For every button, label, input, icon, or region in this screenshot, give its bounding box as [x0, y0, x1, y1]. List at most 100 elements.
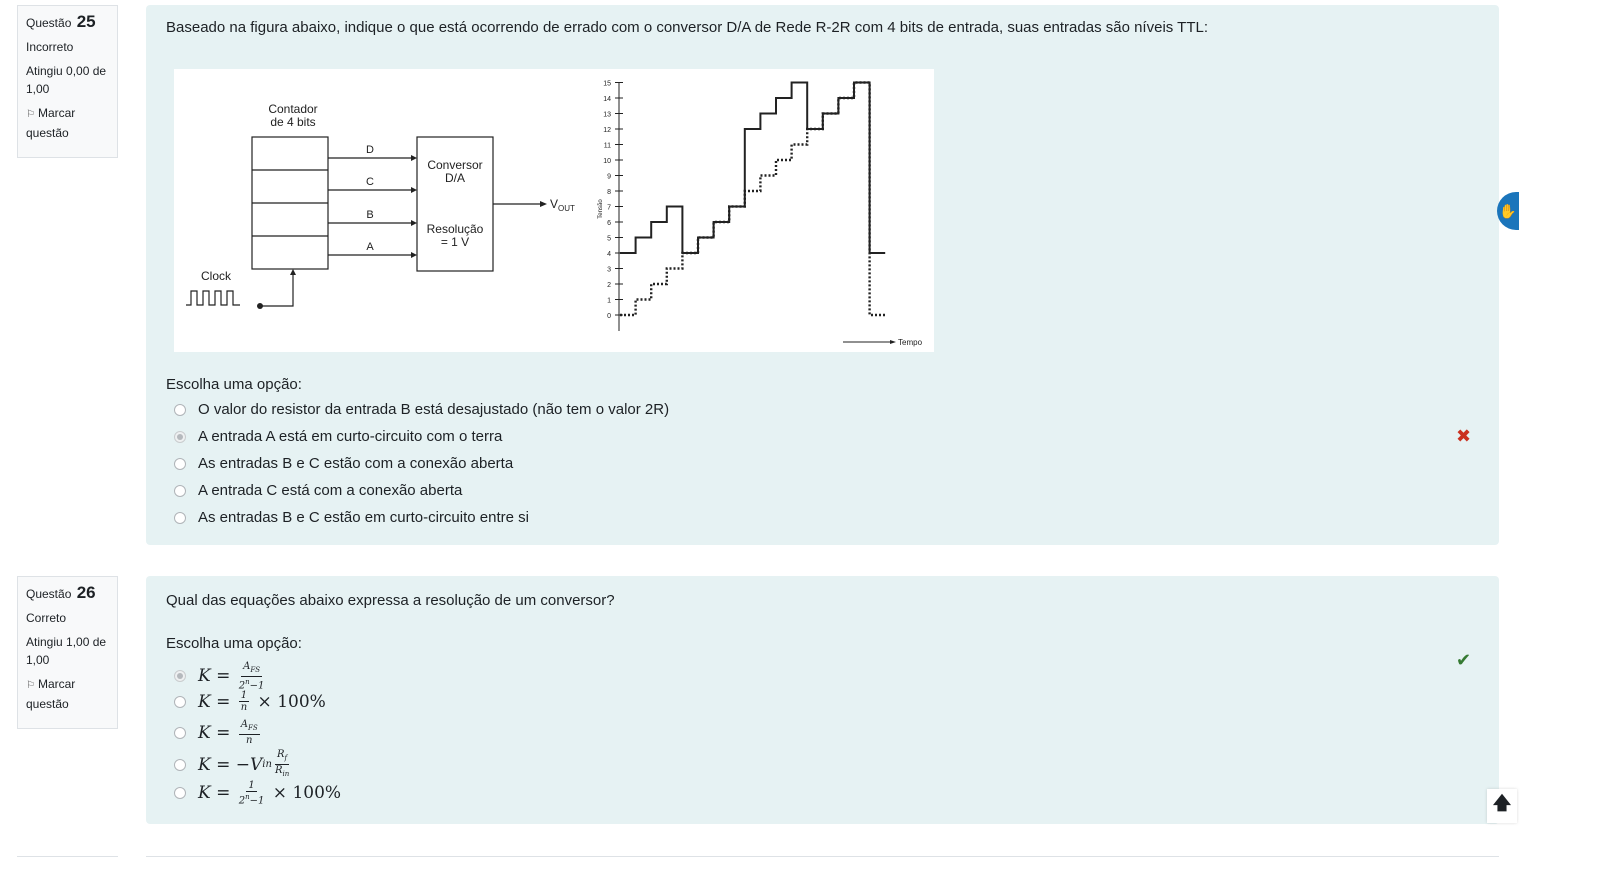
equation-option: K = AFS 2n−1 [198, 661, 265, 692]
radio-button-selected[interactable] [174, 670, 186, 683]
radio-button[interactable] [174, 403, 186, 416]
question-number-label: Questão [26, 587, 72, 601]
x-axis-label: Tempo [898, 338, 923, 347]
question-grade: Atingiu 1,00 de 1,00 [26, 635, 107, 667]
back-to-top-button[interactable]: 🡅 [1487, 789, 1517, 823]
radio-button[interactable] [174, 758, 186, 771]
y-tick-label: 9 [607, 174, 611, 181]
option-q25-0[interactable]: O valor do resistor da entrada B está de… [174, 401, 669, 418]
radio-button[interactable] [174, 457, 186, 470]
y-tick-label: 13 [603, 112, 611, 119]
y-tick-label: 6 [607, 220, 611, 227]
observed-waveform [620, 81, 886, 254]
y-axis-label: Tensão [598, 199, 604, 219]
equation-option: K = 1n × 100% [198, 690, 326, 713]
question-number-value: 26 [76, 583, 96, 602]
y-tick-label: 3 [607, 267, 611, 274]
question-figure: Contador de 4 bits D C B A Conversor D/A [174, 69, 934, 352]
y-tick-label: 8 [607, 189, 611, 196]
resolution-label-1: Resolução [427, 222, 484, 236]
question-state: Correto [26, 611, 67, 625]
option-label: As entradas B e C estão em curto-circuit… [198, 509, 529, 526]
input-label-b: B [366, 209, 373, 221]
clock-label: Clock [201, 269, 232, 283]
flag-icon: ⚐ [26, 109, 35, 120]
clock-waveform [186, 290, 240, 306]
counter-label-2: de 4 bits [270, 115, 315, 129]
input-label-c: C [366, 176, 374, 188]
option-label: O valor do resistor da entrada B está de… [198, 401, 670, 418]
counter-block [251, 136, 329, 270]
question-number-value: 25 [76, 12, 96, 31]
cross-icon: ✖ [1456, 426, 1472, 446]
radio-button[interactable] [174, 484, 186, 497]
question-info-25: Questão 25 Incorreto Atingiu 0,00 de 1,0… [17, 5, 118, 158]
question-card-26: Qual das equações abaixo expressa a reso… [146, 576, 1499, 824]
equation-option: K = AFS n [198, 719, 260, 746]
option-label: A entrada C está com a conexão aberta [198, 482, 463, 499]
option-q26-0[interactable]: K = AFS 2n−1 [174, 661, 267, 691]
option-q25-4[interactable]: As entradas B e C estão em curto-circuit… [174, 509, 529, 526]
divider [17, 856, 118, 857]
option-q25-2[interactable]: As entradas B e C estão com a conexão ab… [174, 455, 513, 472]
equation-option: K = 1 2n−1 × 100% [198, 780, 342, 807]
y-tick-label: 12 [603, 127, 611, 134]
input-label-a: A [366, 241, 374, 253]
input-label-d: D [366, 144, 374, 156]
resolution-label-2: = 1 V [441, 235, 469, 249]
check-icon: ✔ [1456, 650, 1472, 670]
vout-arrow [540, 201, 547, 207]
expected-waveform [620, 81, 886, 317]
equation-option: K = − Vin Rf Rin [198, 749, 290, 778]
question-text: Qual das equações abaixo expressa a reso… [166, 592, 615, 609]
option-q25-1[interactable]: A entrada A está em curto-circuito com o… [174, 428, 502, 445]
clock-arrow [290, 269, 296, 275]
x-axis-arrowhead [890, 340, 896, 344]
radio-button[interactable] [174, 511, 186, 524]
y-tick-label: 14 [603, 96, 611, 103]
choose-option-label: Escolha uma opção: [166, 376, 302, 393]
question-number-label: Questão [26, 16, 72, 30]
y-tick-label: 10 [603, 158, 611, 165]
flag-question-link[interactable]: ⚐ Marcar questão [26, 104, 110, 142]
y-tick-label: 1 [607, 298, 611, 305]
choose-option-label: Escolha uma opção: [166, 635, 302, 652]
radio-button[interactable] [174, 726, 186, 739]
question-state: Incorreto [26, 40, 74, 54]
flag-icon: ⚐ [26, 680, 35, 691]
y-tick-label: 0 [607, 313, 611, 320]
y-tick-label: 2 [607, 282, 611, 289]
divider [146, 856, 1499, 857]
y-ticks: 0123456789101112131415 [603, 81, 623, 320]
converter-label-1: Conversor [427, 158, 482, 172]
vout-label: VOUT [550, 197, 575, 213]
question-grade: Atingiu 0,00 de 1,00 [26, 64, 107, 96]
y-tick-label: 5 [607, 236, 611, 243]
input-arrows [411, 155, 417, 258]
converter-label-2: D/A [445, 171, 465, 185]
counter-label-1: Contador [268, 102, 317, 116]
option-q26-1[interactable]: K = 1n × 100% [174, 690, 326, 713]
y-tick-label: 7 [607, 205, 611, 212]
radio-button[interactable] [174, 695, 186, 708]
radio-button[interactable] [174, 787, 186, 800]
y-tick-label: 15 [603, 81, 611, 88]
y-tick-label: 4 [607, 251, 611, 258]
waveform-chart: Tensão 0123456789101112131415 Tempo [598, 81, 923, 348]
option-label: A entrada A está em curto-circuito com o… [198, 428, 503, 445]
question-number: Questão 25 [26, 13, 110, 32]
radio-button-selected[interactable] [174, 430, 186, 443]
question-text: Baseado na figura abaixo, indique o que … [166, 19, 1209, 36]
option-q26-3[interactable]: K = − Vin Rf Rin [174, 749, 292, 780]
option-label: As entradas B e C estão com a conexão ab… [198, 455, 514, 472]
option-q25-3[interactable]: A entrada C está com a conexão aberta [174, 482, 462, 499]
clock-line [260, 274, 294, 307]
hand-icon[interactable]: ✋ [1497, 192, 1519, 230]
y-tick-label: 11 [604, 143, 611, 150]
option-q26-4[interactable]: K = 1 2n−1 × 100% [174, 780, 341, 806]
arrow-up-icon: 🡅 [1492, 793, 1512, 813]
question-info-26: Questão 26 Correto Atingiu 1,00 de 1,00 … [17, 576, 118, 729]
option-q26-2[interactable]: K = AFS n [174, 719, 263, 746]
dac-figure: Contador de 4 bits D C B A Conversor D/A [186, 81, 923, 348]
flag-question-link[interactable]: ⚐ Marcar questão [26, 675, 110, 713]
